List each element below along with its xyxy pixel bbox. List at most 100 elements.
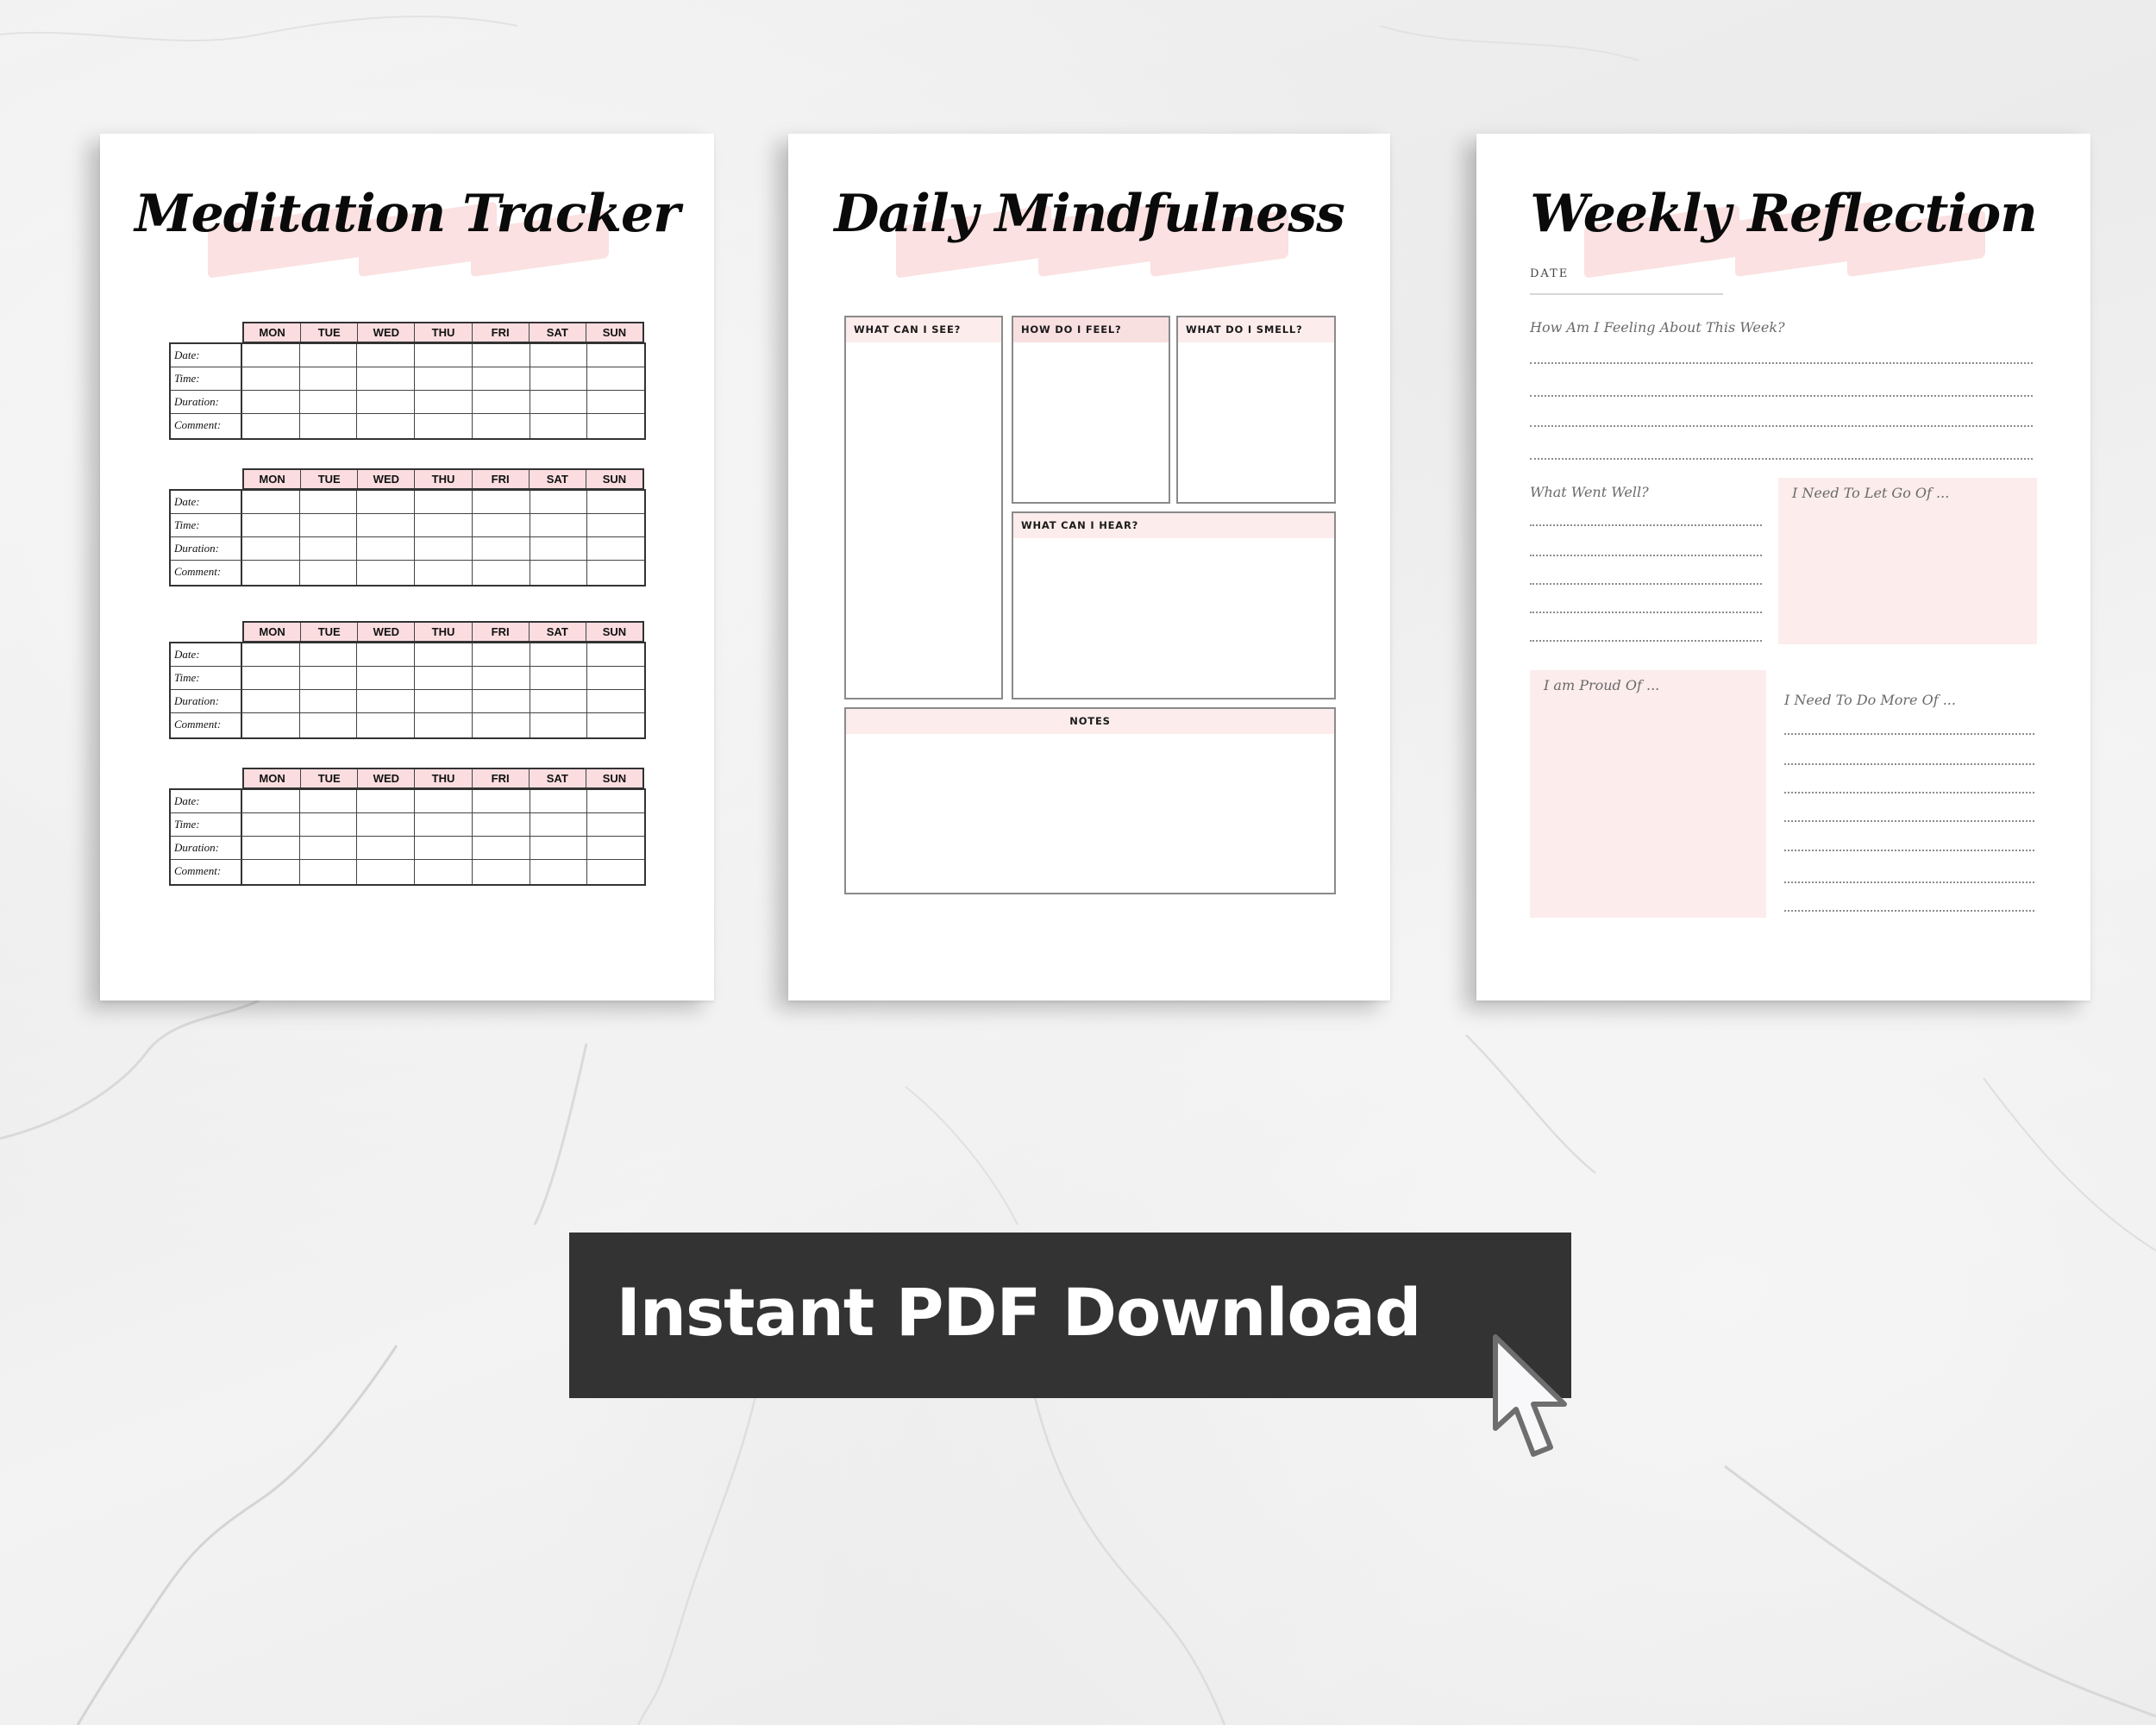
tracker-cell[interactable] bbox=[587, 813, 644, 836]
tracker-cell[interactable] bbox=[530, 837, 588, 859]
proud-box[interactable]: I am Proud Of ... bbox=[1530, 670, 1766, 918]
tracker-cell[interactable] bbox=[415, 667, 473, 689]
tracker-cell[interactable] bbox=[530, 790, 588, 812]
tracker-cell[interactable] bbox=[587, 667, 644, 689]
tracker-cell[interactable] bbox=[357, 837, 416, 859]
tracker-cell[interactable] bbox=[415, 391, 473, 413]
tracker-cell[interactable] bbox=[300, 813, 358, 836]
tracker-cell[interactable] bbox=[300, 514, 358, 536]
tracker-cell[interactable] bbox=[587, 344, 644, 367]
tracker-cell[interactable] bbox=[473, 561, 530, 585]
tracker-cell[interactable] bbox=[530, 561, 588, 585]
tracker-cell[interactable] bbox=[530, 491, 588, 513]
tracker-cell[interactable] bbox=[357, 790, 416, 812]
tracker-cell[interactable] bbox=[530, 813, 588, 836]
tracker-cell[interactable] bbox=[357, 860, 416, 884]
tracker-cell[interactable] bbox=[357, 514, 416, 536]
went-well-writing-line[interactable] bbox=[1530, 640, 1762, 642]
tracker-cell[interactable] bbox=[587, 537, 644, 560]
tracker-cell[interactable] bbox=[587, 367, 644, 390]
tracker-cell[interactable] bbox=[242, 643, 300, 666]
tracker-cell[interactable] bbox=[415, 561, 473, 585]
tracker-cell[interactable] bbox=[357, 391, 416, 413]
tracker-cell[interactable] bbox=[300, 837, 358, 859]
date-input-line[interactable] bbox=[1530, 293, 1723, 295]
tracker-cell[interactable] bbox=[587, 414, 644, 438]
tracker-cell[interactable] bbox=[300, 367, 358, 390]
tracker-cell[interactable] bbox=[242, 561, 300, 585]
tracker-cell[interactable] bbox=[415, 414, 473, 438]
tracker-cell[interactable] bbox=[473, 667, 530, 689]
tracker-cell[interactable] bbox=[415, 537, 473, 560]
tracker-cell[interactable] bbox=[415, 790, 473, 812]
see-box[interactable]: WHAT CAN I SEE? bbox=[844, 316, 1003, 699]
tracker-cell[interactable] bbox=[242, 391, 300, 413]
tracker-cell[interactable] bbox=[242, 367, 300, 390]
tracker-cell[interactable] bbox=[242, 860, 300, 884]
tracker-cell[interactable] bbox=[587, 491, 644, 513]
tracker-cell[interactable] bbox=[242, 491, 300, 513]
feeling-writing-line[interactable] bbox=[1530, 425, 2033, 427]
tracker-cell[interactable] bbox=[242, 813, 300, 836]
tracker-cell[interactable] bbox=[530, 514, 588, 536]
tracker-cell[interactable] bbox=[530, 344, 588, 367]
tracker-cell[interactable] bbox=[242, 790, 300, 812]
tracker-cell[interactable] bbox=[300, 790, 358, 812]
tracker-cell[interactable] bbox=[587, 860, 644, 884]
tracker-cell[interactable] bbox=[530, 690, 588, 712]
tracker-cell[interactable] bbox=[242, 690, 300, 712]
tracker-cell[interactable] bbox=[473, 860, 530, 884]
tracker-cell[interactable] bbox=[415, 837, 473, 859]
tracker-cell[interactable] bbox=[415, 813, 473, 836]
tracker-cell[interactable] bbox=[530, 643, 588, 666]
smell-box[interactable]: WHAT DO I SMELL? bbox=[1176, 316, 1336, 504]
tracker-cell[interactable] bbox=[587, 837, 644, 859]
tracker-cell[interactable] bbox=[415, 690, 473, 712]
tracker-cell[interactable] bbox=[473, 690, 530, 712]
tracker-cell[interactable] bbox=[357, 561, 416, 585]
tracker-cell[interactable] bbox=[587, 514, 644, 536]
tracker-cell[interactable] bbox=[415, 367, 473, 390]
tracker-cell[interactable] bbox=[473, 537, 530, 560]
tracker-cell[interactable] bbox=[357, 537, 416, 560]
instant-pdf-download-button[interactable]: Instant PDF Download bbox=[569, 1233, 1571, 1398]
do-more-writing-line[interactable] bbox=[1784, 763, 2034, 765]
tracker-cell[interactable] bbox=[473, 491, 530, 513]
tracker-cell[interactable] bbox=[587, 690, 644, 712]
went-well-writing-line[interactable] bbox=[1530, 524, 1762, 526]
tracker-cell[interactable] bbox=[242, 537, 300, 560]
tracker-cell[interactable] bbox=[530, 667, 588, 689]
let-go-box[interactable]: I Need To Let Go Of ... bbox=[1778, 478, 2037, 644]
feeling-writing-line[interactable] bbox=[1530, 395, 2033, 397]
tracker-cell[interactable] bbox=[415, 643, 473, 666]
tracker-cell[interactable] bbox=[530, 367, 588, 390]
went-well-writing-line[interactable] bbox=[1530, 555, 1762, 556]
tracker-cell[interactable] bbox=[300, 690, 358, 712]
tracker-cell[interactable] bbox=[300, 713, 358, 737]
do-more-writing-line[interactable] bbox=[1784, 881, 2034, 883]
tracker-cell[interactable] bbox=[587, 713, 644, 737]
tracker-cell[interactable] bbox=[300, 414, 358, 438]
tracker-cell[interactable] bbox=[473, 713, 530, 737]
feeling-writing-line[interactable] bbox=[1530, 458, 2033, 460]
tracker-cell[interactable] bbox=[300, 667, 358, 689]
tracker-cell[interactable] bbox=[473, 344, 530, 367]
tracker-cell[interactable] bbox=[530, 537, 588, 560]
tracker-cell[interactable] bbox=[357, 367, 416, 390]
tracker-cell[interactable] bbox=[300, 344, 358, 367]
tracker-cell[interactable] bbox=[587, 790, 644, 812]
tracker-cell[interactable] bbox=[530, 860, 588, 884]
tracker-cell[interactable] bbox=[357, 491, 416, 513]
tracker-cell[interactable] bbox=[300, 643, 358, 666]
do-more-writing-line[interactable] bbox=[1784, 820, 2034, 822]
tracker-cell[interactable] bbox=[587, 561, 644, 585]
tracker-cell[interactable] bbox=[300, 537, 358, 560]
tracker-cell[interactable] bbox=[357, 414, 416, 438]
tracker-cell[interactable] bbox=[300, 491, 358, 513]
tracker-cell[interactable] bbox=[300, 860, 358, 884]
tracker-cell[interactable] bbox=[587, 643, 644, 666]
tracker-cell[interactable] bbox=[357, 813, 416, 836]
tracker-cell[interactable] bbox=[473, 813, 530, 836]
went-well-writing-line[interactable] bbox=[1530, 583, 1762, 585]
tracker-cell[interactable] bbox=[242, 344, 300, 367]
